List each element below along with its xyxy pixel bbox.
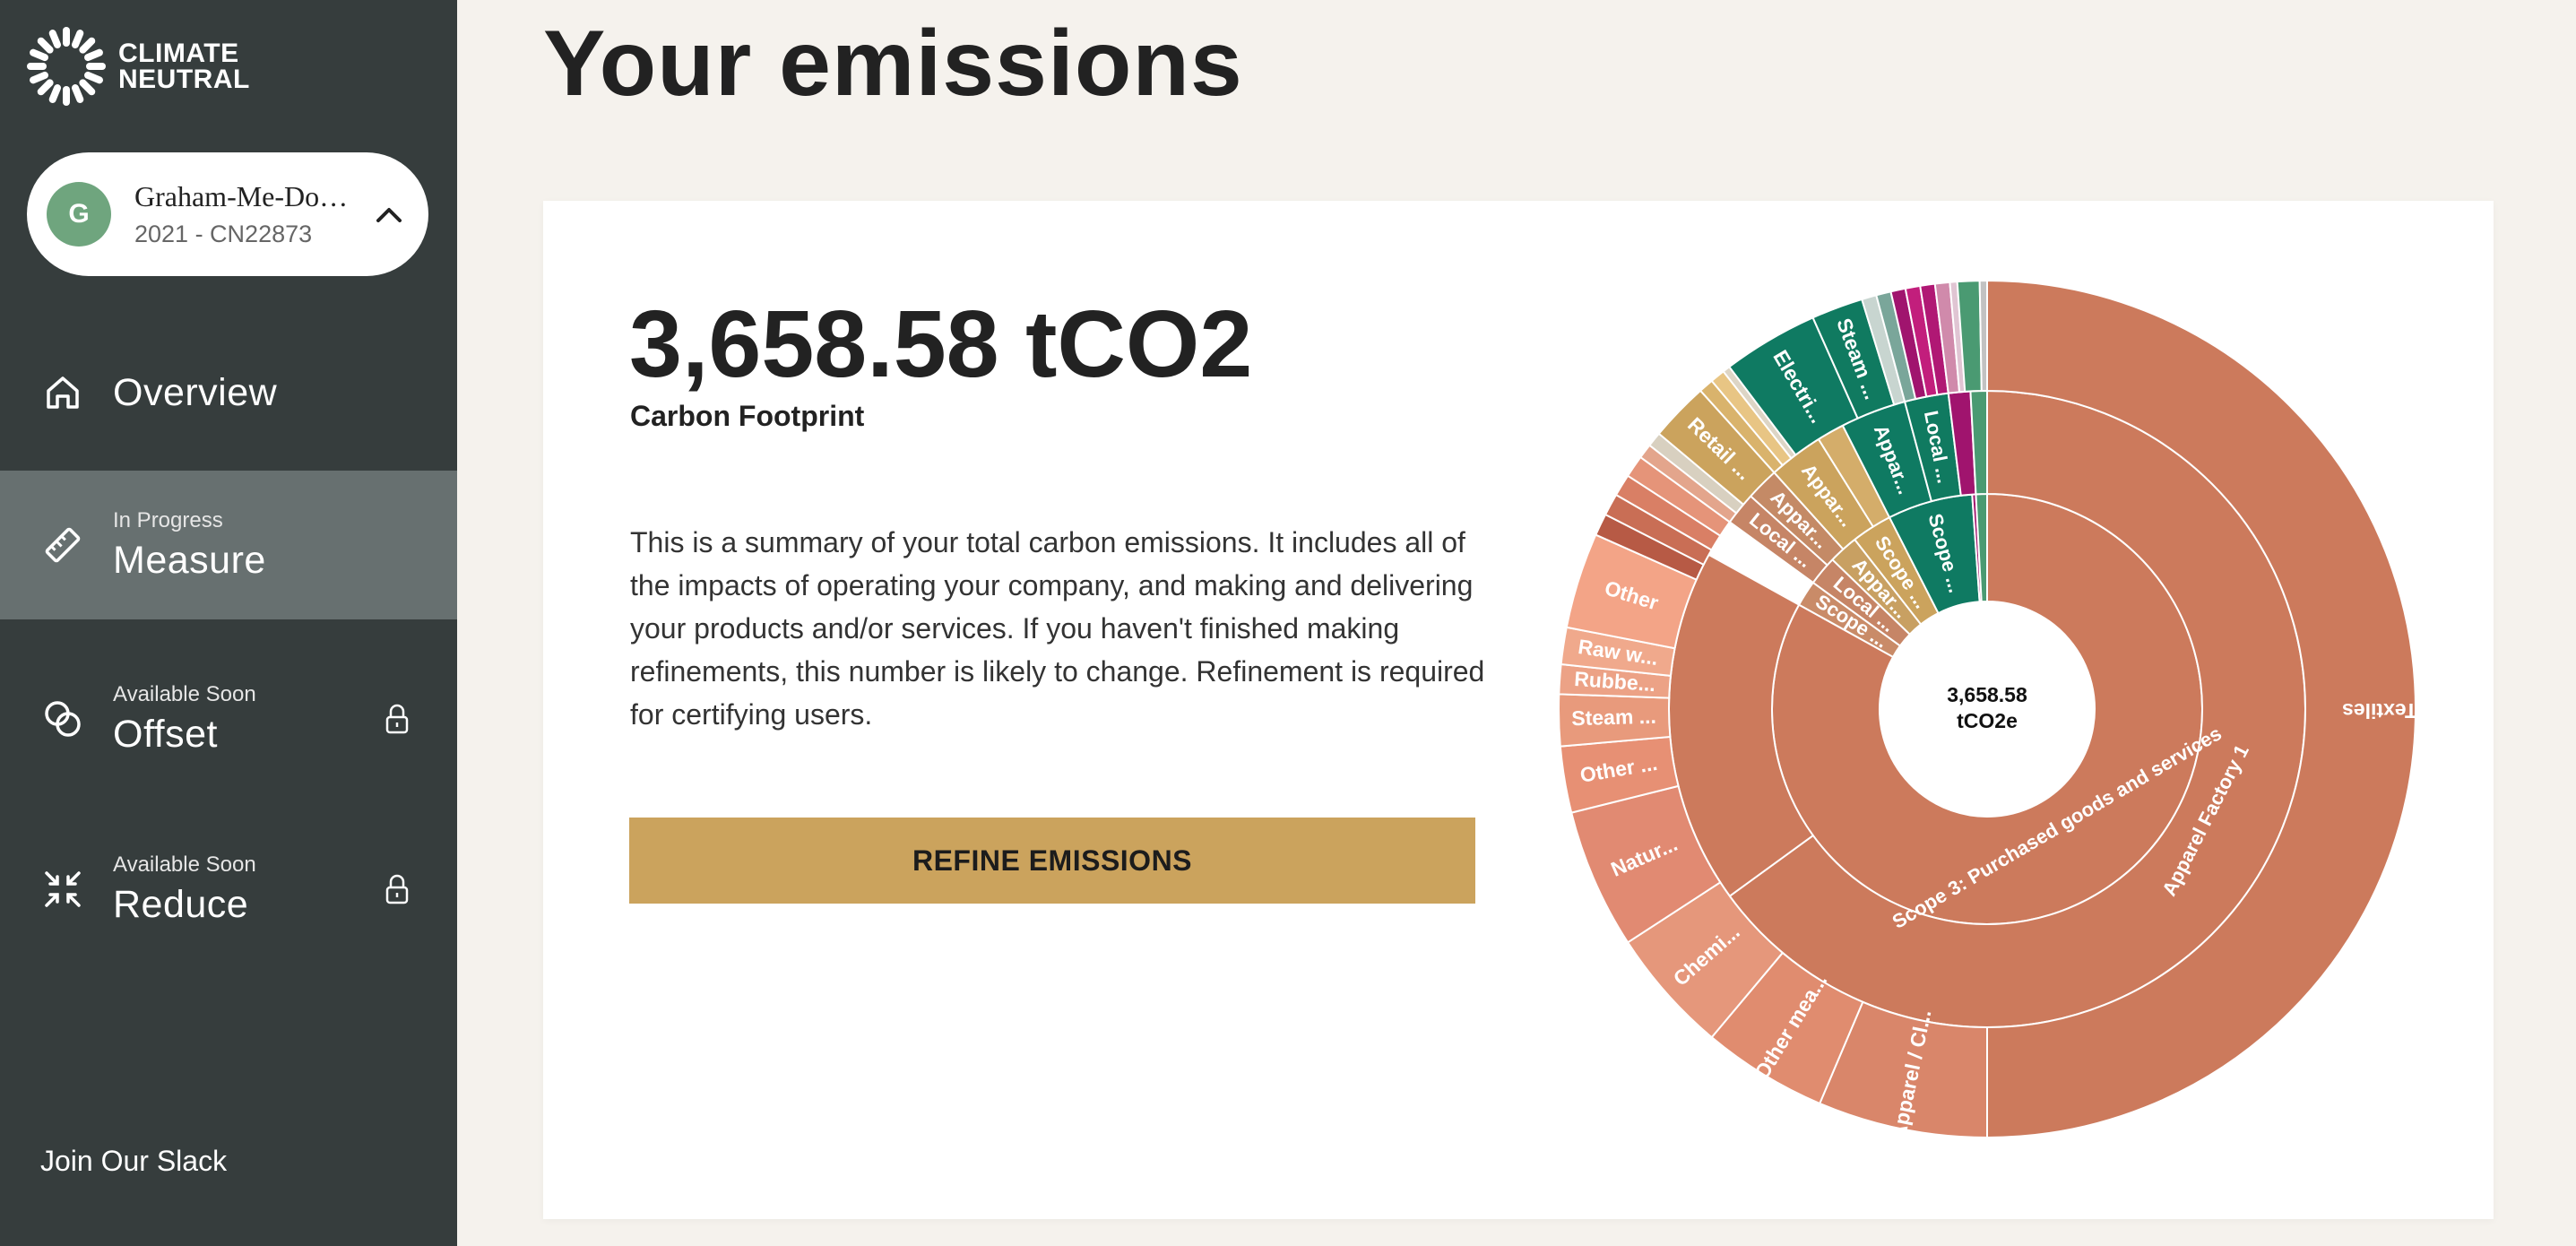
reduce-arrows-icon (41, 868, 84, 911)
logo-ray (63, 27, 70, 47)
nav-status-measure: In Progress (113, 507, 223, 532)
org-info: Graham-Me-Do… 2021 - CN22873 (134, 180, 371, 248)
chevron-up-icon[interactable] (371, 196, 407, 232)
sun-logo-icon (27, 27, 106, 106)
logo-text-line1: CLIMATE (118, 39, 239, 68)
nav-item-offset[interactable]: Available Soon Offset (0, 645, 457, 793)
logo-ray (27, 63, 47, 70)
page-title: Your emissions (543, 12, 1243, 116)
nav-text: Available Soon Offset (113, 682, 256, 757)
nav-label-overview: Overview (113, 370, 278, 414)
logo-ray (63, 86, 70, 106)
total-emissions-value: 3,658.58 tCO2 (629, 291, 1253, 397)
outer-ring-label: Textiles (2342, 699, 2417, 723)
home-icon (41, 371, 84, 414)
sunburst-svg: Scope 3: Purchased goods and servicesSco… (1558, 279, 2417, 1141)
climate-neutral-logo[interactable]: CLIMATE NEUTRAL (25, 25, 250, 108)
org-subtitle: 2021 - CN22873 (134, 221, 313, 247)
logo-text: CLIMATE NEUTRAL (118, 39, 250, 94)
nav-label-offset: Offset (113, 712, 218, 756)
chart-center-value: 3,658.58 (1947, 683, 2027, 706)
emissions-description: This is a summary of your total carbon e… (630, 526, 1485, 731)
nav-item-reduce[interactable]: Available Soon Reduce (0, 815, 457, 964)
ruler-icon (41, 523, 84, 567)
nav-status-offset: Available Soon (113, 681, 256, 706)
emissions-sunburst-chart: Scope 3: Purchased goods and services Sco… (1547, 255, 2443, 1169)
sidebar: CLIMATE NEUTRAL G Graham-Me-Do… 2021 - C… (0, 0, 457, 1246)
outer-ring-label: Steam ... (1571, 705, 1656, 730)
nav-item-overview[interactable]: Overview (0, 318, 457, 467)
nav-text: In Progress Measure (113, 508, 266, 583)
org-name: Graham-Me-Do… (134, 180, 349, 212)
lock-icon (384, 873, 411, 905)
avatar: G (47, 182, 111, 247)
nav-status-reduce: Available Soon (113, 852, 256, 877)
chart-center-unit: tCO2e (1957, 709, 2018, 732)
logo-text-line2: NEUTRAL (118, 65, 250, 94)
offset-circles-icon (41, 697, 84, 740)
nav-text: Available Soon Reduce (113, 852, 256, 927)
organization-switcher[interactable]: G Graham-Me-Do… 2021 - CN22873 (27, 152, 428, 276)
nav-label-reduce: Reduce (113, 882, 249, 926)
nav-item-measure[interactable]: In Progress Measure (0, 471, 457, 619)
nav-text: Overview (113, 371, 277, 415)
outer-ring-segment[interactable] (1978, 279, 1988, 393)
refine-emissions-button[interactable]: REFINE EMISSIONS (629, 818, 1475, 904)
nav-label-measure: Measure (113, 538, 266, 582)
carbon-footprint-label: Carbon Footprint (630, 400, 865, 432)
lock-icon (384, 703, 411, 735)
logo-ray (86, 63, 106, 70)
emissions-summary-card: 3,658.58 tCO2 Carbon Footprint This is a… (543, 201, 2494, 1219)
join-slack-link[interactable]: Join Our Slack (40, 1145, 227, 1178)
